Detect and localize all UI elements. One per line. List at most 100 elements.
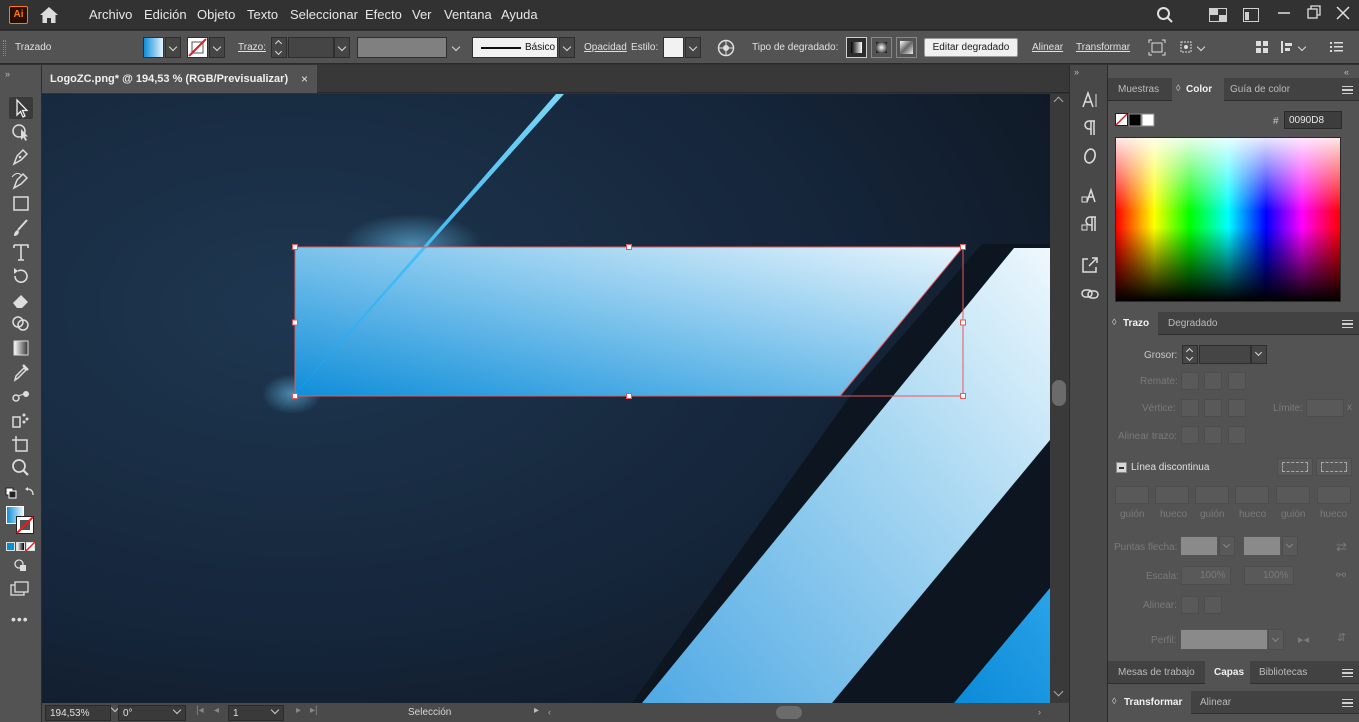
radial-gradient-button[interactable]	[871, 37, 892, 58]
eyedropper-tool-icon[interactable]	[9, 361, 33, 383]
blend-tool-icon[interactable]	[9, 385, 33, 407]
menu-efecto[interactable]: Efecto	[365, 7, 402, 22]
screen-mode-icon[interactable]	[10, 581, 30, 597]
linear-gradient-button[interactable]	[846, 37, 867, 58]
panel-toggle-icon[interactable]	[1243, 8, 1259, 22]
fill-dropdown[interactable]	[165, 37, 181, 58]
variable-width-dropdown[interactable]	[448, 37, 464, 58]
brush-dropdown[interactable]	[559, 37, 575, 58]
workspace-layout-icon[interactable]	[1209, 8, 1227, 22]
start-arrowhead-dropdown[interactable]	[1219, 536, 1235, 556]
panel-menu-icon[interactable]	[1342, 86, 1353, 94]
fill-swatch[interactable]	[143, 37, 164, 58]
artboard-tool-icon[interactable]	[9, 433, 33, 455]
brush-definition[interactable]: Básico	[472, 37, 558, 58]
menu-ayuda[interactable]: Ayuda	[501, 7, 538, 22]
recolor-artwork-icon[interactable]	[717, 39, 735, 57]
weight-dropdown[interactable]	[1251, 345, 1267, 364]
stroke-none-swatch[interactable]	[187, 37, 208, 58]
distribute-icon[interactable]	[1280, 40, 1294, 54]
more-tools-icon[interactable]: •••	[11, 611, 29, 627]
zoom-field[interactable]: 194,53%	[45, 705, 111, 721]
links-icon[interactable]	[1080, 284, 1100, 304]
panel-menu-icon[interactable]	[1342, 669, 1353, 677]
butt-cap-button[interactable]	[1181, 372, 1199, 390]
menu-objeto[interactable]: Objeto	[197, 7, 235, 22]
menu-edicion[interactable]: Edición	[144, 7, 187, 22]
curvature-tool-icon[interactable]	[9, 169, 33, 191]
arrange-icon[interactable]	[1255, 40, 1269, 54]
menu-seleccionar[interactable]: Seleccionar	[290, 7, 358, 22]
arrow-place-button[interactable]	[1204, 596, 1222, 614]
paragraph-panel-icon[interactable]	[1080, 118, 1100, 138]
align-outside-button[interactable]	[1228, 426, 1246, 444]
menu-ver[interactable]: Ver	[412, 7, 432, 22]
flip-horizontal-icon[interactable]: ▸◂	[1298, 633, 1309, 646]
status-menu-icon[interactable]: ▸	[534, 705, 539, 716]
expand-panels-icon[interactable]: »	[1074, 67, 1079, 77]
pen-tool-icon[interactable]	[9, 145, 33, 167]
scroll-up-icon[interactable]	[1053, 96, 1064, 107]
swap-arrowheads-icon[interactable]: ⇄	[1336, 539, 1347, 555]
start-scale-input[interactable]: 100%	[1181, 566, 1231, 585]
home-icon[interactable]	[38, 5, 60, 25]
stroke-weight-stepper[interactable]	[271, 37, 287, 58]
close-tab-icon[interactable]: ×	[301, 72, 308, 86]
minimize-icon[interactable]	[1274, 3, 1294, 23]
collapse-panels-icon[interactable]: «	[1344, 67, 1349, 77]
link-scale-icon[interactable]: ⚯	[1336, 568, 1346, 582]
menu-texto[interactable]: Texto	[247, 7, 278, 22]
align-inside-button[interactable]	[1204, 426, 1222, 444]
round-join-button[interactable]	[1204, 399, 1222, 417]
type-tool-icon[interactable]	[9, 241, 33, 263]
horizontal-scroll-thumb[interactable]	[776, 706, 802, 719]
vertical-scrollbar[interactable]	[1050, 94, 1069, 703]
gap-3-input[interactable]	[1317, 486, 1351, 504]
swap-fill-stroke-icon[interactable]	[5, 486, 35, 502]
chevron-down-icon[interactable]	[1196, 42, 1206, 52]
collapse-icon[interactable]: »	[5, 69, 10, 79]
weight-input[interactable]	[1199, 345, 1251, 364]
paragraph-styles-icon[interactable]	[1080, 214, 1100, 234]
dash-preserve-button[interactable]	[1277, 458, 1313, 476]
selection-tool-icon[interactable]	[9, 97, 33, 119]
edit-gradient-button[interactable]: Editar degradado	[924, 38, 1018, 57]
tab-swatches[interactable]: Muestras	[1118, 84, 1159, 95]
menu-ventana[interactable]: Ventana	[444, 7, 492, 22]
panel-menu-icon[interactable]	[1342, 699, 1353, 707]
next-artboard-icon[interactable]: ▸	[296, 705, 301, 716]
paintbrush-tool-icon[interactable]	[9, 217, 33, 239]
dash-1-input[interactable]	[1115, 486, 1149, 504]
stroke-color-swatch[interactable]	[16, 516, 34, 534]
round-cap-button[interactable]	[1204, 372, 1222, 390]
stroke-weight-field[interactable]	[288, 37, 334, 58]
start-arrowhead-select[interactable]	[1180, 536, 1218, 556]
bevel-join-button[interactable]	[1228, 399, 1246, 417]
stroke-dropdown[interactable]	[209, 37, 225, 58]
chevron-down-icon[interactable]	[1297, 42, 1307, 52]
gradient-tool-icon[interactable]	[9, 337, 33, 359]
flip-vertical-icon[interactable]: ⇵	[1337, 631, 1346, 644]
close-window-icon[interactable]	[1333, 3, 1353, 23]
rotate-tool-icon[interactable]	[9, 265, 33, 287]
panel-menu-icon[interactable]	[1342, 320, 1353, 328]
draw-mode-icon[interactable]	[11, 557, 31, 573]
prev-artboard-icon[interactable]: ◂	[214, 705, 219, 716]
control-menu-icon[interactable]	[1330, 41, 1343, 53]
align-center-button[interactable]	[1181, 426, 1199, 444]
weight-stepper[interactable]	[1182, 345, 1198, 364]
first-artboard-icon[interactable]: |◂	[196, 705, 204, 716]
variable-width-profile[interactable]	[357, 37, 447, 58]
tab-artboards[interactable]: Mesas de trabajo	[1118, 667, 1195, 678]
transform-link[interactable]: Transformar	[1076, 42, 1130, 53]
search-icon[interactable]	[1156, 6, 1174, 24]
arrow-extend-button[interactable]	[1181, 596, 1199, 614]
symbol-sprayer-tool-icon[interactable]	[9, 409, 33, 431]
rectangle-tool-icon[interactable]	[9, 193, 33, 215]
stroke-link[interactable]: Trazo:	[238, 42, 266, 53]
opentype-panel-icon[interactable]	[1080, 146, 1100, 166]
color-mode-button[interactable]	[6, 542, 15, 551]
zoom-tool-icon[interactable]	[9, 457, 33, 479]
opacity-link[interactable]: Opacidad	[584, 42, 627, 53]
scroll-left-icon[interactable]: ‹	[548, 707, 551, 717]
